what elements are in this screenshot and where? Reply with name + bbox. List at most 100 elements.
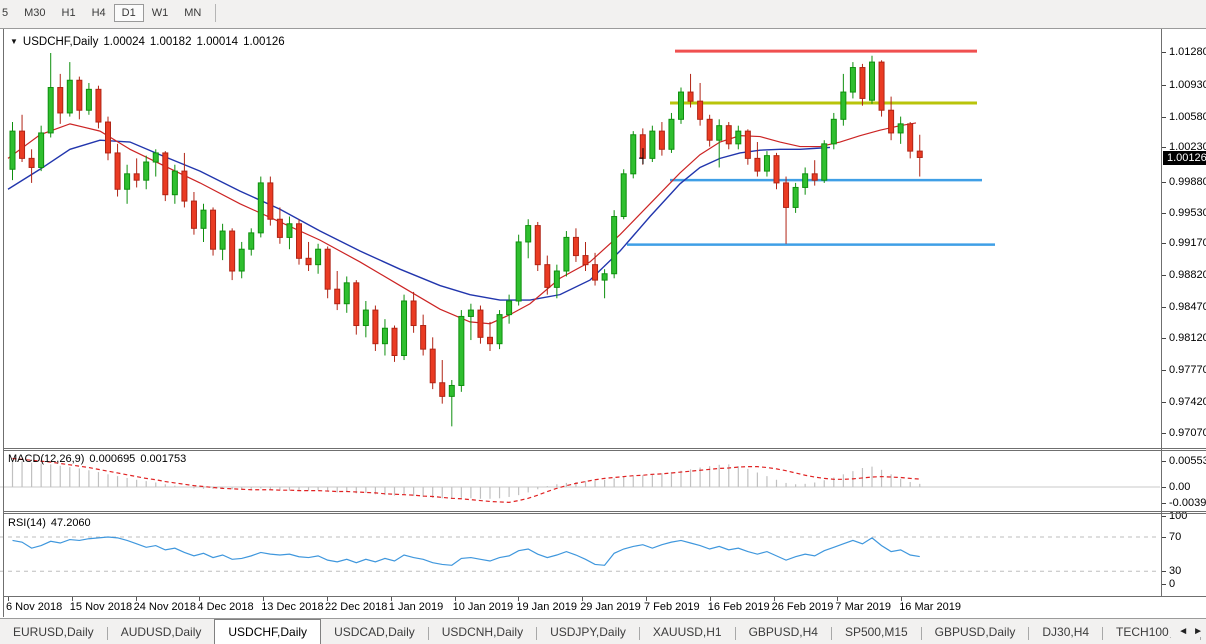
candle-body[interactable] xyxy=(545,265,550,288)
candle-body[interactable] xyxy=(268,183,273,219)
chart-tab-eurusd-daily[interactable]: EURUSD,Daily xyxy=(0,619,107,644)
candle-body[interactable] xyxy=(717,126,722,141)
price-chart-canvas[interactable] xyxy=(0,30,1161,449)
chart-tab-usdjpy-daily[interactable]: USDJPY,Daily xyxy=(537,619,639,644)
candle-body[interactable] xyxy=(612,217,617,274)
candle-body[interactable] xyxy=(125,174,130,189)
candle-body[interactable] xyxy=(277,219,282,237)
candle-body[interactable] xyxy=(392,328,397,355)
candle-body[interactable] xyxy=(583,256,588,265)
candle-body[interactable] xyxy=(679,92,684,119)
panel-separator[interactable] xyxy=(3,448,1206,449)
candle-body[interactable] xyxy=(736,131,741,144)
candle-body[interactable] xyxy=(793,187,798,207)
timeframe-button-m30[interactable]: M30 xyxy=(16,4,53,22)
candle-body[interactable] xyxy=(48,88,53,133)
candle-body[interactable] xyxy=(354,283,359,326)
candle-body[interactable] xyxy=(211,210,216,249)
candle-body[interactable] xyxy=(220,231,225,249)
candle-body[interactable] xyxy=(669,119,674,149)
candle-body[interactable] xyxy=(306,258,311,264)
candle-body[interactable] xyxy=(449,385,454,396)
candle-body[interactable] xyxy=(144,162,149,180)
candle-body[interactable] xyxy=(497,315,502,344)
candle-body[interactable] xyxy=(774,156,779,183)
candle-body[interactable] xyxy=(631,135,636,174)
candle-body[interactable] xyxy=(325,249,330,289)
candle-body[interactable] xyxy=(745,131,750,158)
candle-body[interactable] xyxy=(841,92,846,119)
candle-body[interactable] xyxy=(373,310,378,344)
candle-body[interactable] xyxy=(86,89,91,110)
candle-body[interactable] xyxy=(535,226,540,265)
candle-body[interactable] xyxy=(459,316,464,385)
chart-tab-usdcad-daily[interactable]: USDCAD,Daily xyxy=(321,619,428,644)
candle-body[interactable] xyxy=(573,237,578,255)
candle-body[interactable] xyxy=(201,210,206,228)
candle-body[interactable] xyxy=(468,310,473,316)
candle-body[interactable] xyxy=(707,119,712,140)
candle-body[interactable] xyxy=(554,271,559,287)
rsi-panel-canvas[interactable] xyxy=(0,514,1161,596)
panel-separator[interactable] xyxy=(3,513,1206,514)
time-axis[interactable]: 6 Nov 201815 Nov 201824 Nov 20184 Dec 20… xyxy=(0,597,1206,617)
candle-body[interactable] xyxy=(478,310,483,337)
candle-body[interactable] xyxy=(297,224,302,259)
candle-body[interactable] xyxy=(421,326,426,350)
candle-body[interactable] xyxy=(172,171,177,195)
candle-body[interactable] xyxy=(488,337,493,343)
candle-body[interactable] xyxy=(831,119,836,144)
panel-separator[interactable] xyxy=(3,450,1206,451)
candle-body[interactable] xyxy=(430,349,435,383)
candle-body[interactable] xyxy=(153,153,158,162)
candle-body[interactable] xyxy=(659,131,664,149)
candle-body[interactable] xyxy=(688,92,693,101)
chart-tab-audusd-daily[interactable]: AUDUSD,Daily xyxy=(108,619,215,644)
candle-body[interactable] xyxy=(755,158,760,171)
candle-body[interactable] xyxy=(593,265,598,280)
tab-scroll-right-icon[interactable]: ► xyxy=(1193,626,1203,637)
chart-tab-gbpusd-daily[interactable]: GBPUSD,Daily xyxy=(922,619,1029,644)
chart-tab-gbpusd-h4[interactable]: GBPUSD,H4 xyxy=(736,619,831,644)
candle-body[interactable] xyxy=(440,383,445,397)
candle-body[interactable] xyxy=(67,80,72,113)
candle-body[interactable] xyxy=(507,301,512,315)
candle-body[interactable] xyxy=(516,242,521,301)
panel-separator[interactable] xyxy=(3,511,1206,512)
candle-body[interactable] xyxy=(39,133,44,168)
chart-tab-dj30-h4[interactable]: DJ30,H4 xyxy=(1029,619,1102,644)
candle-body[interactable] xyxy=(249,233,254,249)
candle-body[interactable] xyxy=(898,124,903,133)
candle-body[interactable] xyxy=(564,237,569,271)
candle-body[interactable] xyxy=(230,231,235,271)
candle-body[interactable] xyxy=(650,131,655,158)
candle-body[interactable] xyxy=(726,126,731,144)
candle-body[interactable] xyxy=(316,249,321,264)
candle-body[interactable] xyxy=(382,328,387,343)
candle-body[interactable] xyxy=(77,80,82,110)
candle-body[interactable] xyxy=(115,153,120,189)
candle-body[interactable] xyxy=(191,201,196,228)
candle-body[interactable] xyxy=(784,183,789,208)
candle-body[interactable] xyxy=(96,89,101,122)
timeframe-button-h4[interactable]: H4 xyxy=(84,4,114,22)
chart-tab-usdchf-daily[interactable]: USDCHF,Daily xyxy=(214,619,321,644)
candle-body[interactable] xyxy=(10,131,15,169)
candle-body[interactable] xyxy=(917,151,922,157)
candle-body[interactable] xyxy=(621,174,626,217)
tab-scroll-left-icon[interactable]: ◄ xyxy=(1178,626,1188,637)
candle-body[interactable] xyxy=(803,174,808,188)
candle-body[interactable] xyxy=(850,68,855,93)
candle-body[interactable] xyxy=(29,158,34,167)
candle-body[interactable] xyxy=(287,224,292,238)
timeframe-button-h1[interactable]: H1 xyxy=(54,4,84,22)
candle-body[interactable] xyxy=(411,301,416,326)
candle-body[interactable] xyxy=(344,283,349,304)
candle-body[interactable] xyxy=(602,274,607,280)
timeframe-button-mn[interactable]: MN xyxy=(176,4,209,22)
candle-body[interactable] xyxy=(822,144,827,180)
candle-body[interactable] xyxy=(58,88,63,113)
candle-body[interactable] xyxy=(526,226,531,242)
timeframe-button-d1[interactable]: D1 xyxy=(114,4,144,22)
candle-body[interactable] xyxy=(870,62,875,100)
